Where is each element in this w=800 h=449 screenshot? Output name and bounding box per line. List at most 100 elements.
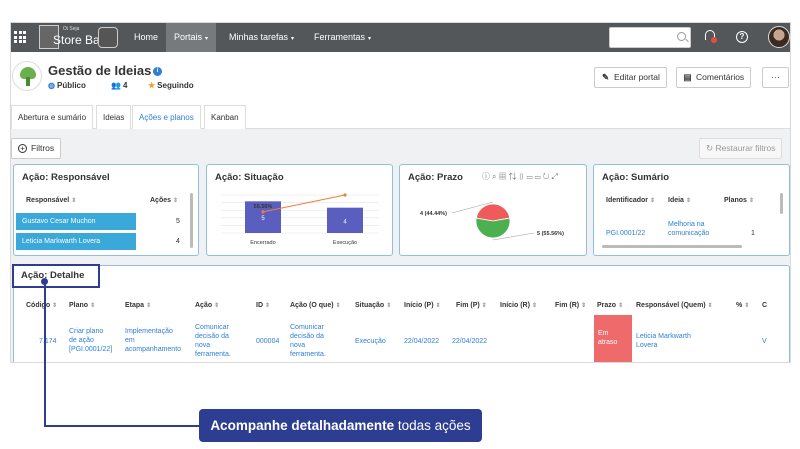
scrollbar[interactable] <box>602 245 742 248</box>
idea-id-link[interactable]: PGI.0001/22 <box>606 230 645 237</box>
card-title: Ação: Prazo <box>408 172 463 183</box>
action-what-link[interactable]: Comunicar decisão da nova ferramenta. <box>290 323 326 359</box>
search-input[interactable] <box>609 27 691 48</box>
callout-line <box>44 425 200 427</box>
sort-icon: ⇕ <box>90 303 96 309</box>
start-planned-cell: 22/04/2022 <box>404 338 440 345</box>
situacao-bar-chart: 5Encerrado4Execução55.56%100.00% <box>221 191 379 246</box>
deadline-badge: Em atraso <box>594 315 632 362</box>
edit-portal-button[interactable]: ✎ Editar portal <box>594 67 667 88</box>
prazo-pie-chart: 4 (44.44%) 5 (55.56%) <box>420 201 564 241</box>
callout-line <box>44 280 46 426</box>
card-title: Ação: Sumário <box>602 172 670 183</box>
chevron-down-icon: ▾ <box>368 36 372 42</box>
following-label[interactable]: ★ Seguindo <box>148 81 194 90</box>
info-icon[interactable]: i <box>153 67 162 76</box>
tab-ideias[interactable]: Ideias <box>96 105 132 129</box>
app-window: Oi Seja Store Base Home Portais ▾ Minhas … <box>10 22 791 363</box>
sort-icon: ⇕ <box>581 303 587 309</box>
expand-icon: ⤢ <box>551 172 560 181</box>
nav-portais[interactable]: Portais ▾ <box>166 23 217 52</box>
action-link[interactable]: Comunicar decisão da nova ferramenta. <box>195 323 231 359</box>
col-header[interactable]: Fim (R) ⇕ <box>555 302 586 309</box>
col-header-planos[interactable]: Planos ⇕ <box>724 197 754 204</box>
search-icon <box>677 32 686 41</box>
col-header-responsavel[interactable]: Responsável ⇕ <box>26 197 76 204</box>
top-nav: Oi Seja Store Base Home Portais ▾ Minhas … <box>11 23 790 52</box>
category-label: Encerrado <box>250 240 275 246</box>
pencil-icon: ✎ <box>601 72 610 82</box>
category-label: Execução <box>333 240 357 246</box>
col-header-identificador[interactable]: Identificador ⇕ <box>606 197 655 204</box>
nav-ferramentas[interactable]: Ferramentas ▾ <box>306 23 379 52</box>
idea-link[interactable]: comunicação <box>668 230 709 237</box>
col-header[interactable]: Plano ⇕ <box>69 302 95 309</box>
apps-grid-icon[interactable] <box>14 31 26 43</box>
col-header[interactable]: Fim (P) ⇕ <box>456 302 487 309</box>
tab-abertura[interactable]: Abertura e sumário <box>11 105 94 129</box>
portal-logo <box>12 61 42 91</box>
users-icon: 👥 <box>111 81 121 90</box>
card-title: Ação: Responsável <box>22 172 110 183</box>
scrollbar[interactable] <box>190 193 193 248</box>
table-icon: ▦ <box>498 172 509 181</box>
sort-icon: ⇕ <box>685 198 691 204</box>
col-header-acoes[interactable]: Ações ⇕ <box>150 197 178 204</box>
table-cell: 5 <box>176 218 180 225</box>
comment-icon: ▭ <box>534 172 543 181</box>
col-header[interactable]: Ação (O que) ⇕ <box>290 302 341 309</box>
pie-label: 5 (55.56%) <box>537 231 564 237</box>
tab-acoes-e-planos[interactable]: Ações e planos <box>132 105 201 129</box>
idea-link[interactable]: Melhoria na <box>668 221 705 228</box>
plan-link[interactable]: Criar plano de ação [PGI.0001/22] <box>69 327 112 354</box>
filters-button[interactable]: + Filtros <box>11 138 62 159</box>
col-header[interactable]: Ação ⇕ <box>195 302 219 309</box>
store-base-logo[interactable]: Oi Seja Store Base <box>39 25 119 50</box>
chart-toolbar[interactable]: ⓘ⌕▦⇅▯▭▭↻⤢ <box>482 171 560 182</box>
scrollbar[interactable] <box>780 193 783 214</box>
restore-filters-button[interactable]: ↻ Restaurar filtros <box>699 138 783 159</box>
sort-icon: ⇕ <box>52 303 58 309</box>
col-header[interactable]: C <box>762 302 767 309</box>
col-header-ideia[interactable]: Ideia ⇕ <box>668 197 691 204</box>
sort-icon: ⇕ <box>214 303 220 309</box>
situation-cell: Execução <box>355 338 386 345</box>
card-title: Ação: Detalhe <box>21 270 85 281</box>
tab-bar: Abertura e sumário Ideias Ações e planos… <box>11 105 790 129</box>
action-id-link[interactable]: 000004 <box>256 338 279 345</box>
sort-icon: ⇕ <box>744 303 750 309</box>
line-point-label: 55.56% <box>254 204 273 210</box>
col-header[interactable]: Etapa ⇕ <box>125 302 151 309</box>
sort-icon: ⇕ <box>71 198 77 204</box>
table-row[interactable]: Gustavo Cesar Muchon <box>16 213 136 230</box>
nav-minhas-tarefas[interactable]: Minhas tarefas ▾ <box>221 23 302 52</box>
stage-link[interactable]: Implementação em acompanhamento <box>125 327 181 354</box>
comment-icon: ▤ <box>683 72 692 82</box>
col-header[interactable]: Início (P) ⇕ <box>404 302 441 309</box>
sort-icon: ⇕ <box>650 198 656 204</box>
globe-icon: ◍ <box>48 81 55 90</box>
nav-home[interactable]: Home <box>126 23 166 52</box>
notification-bell-icon[interactable] <box>703 29 717 45</box>
more-options-button[interactable]: ··· <box>762 67 789 88</box>
export-icon: ▯ <box>518 172 527 181</box>
col-header[interactable]: % ⇕ <box>736 302 749 309</box>
pie-slice <box>475 203 511 222</box>
sort-icon: ⇕ <box>265 303 271 309</box>
comments-button[interactable]: ▤ Comentários <box>676 67 752 88</box>
line-point-label: 100.00% <box>334 191 356 193</box>
members-count[interactable]: 👥 4 <box>111 81 127 90</box>
col-header[interactable]: Responsável (Quem) ⇕ <box>636 302 713 309</box>
col-header[interactable]: ID ⇕ <box>256 302 270 309</box>
col-header[interactable]: Situação ⇕ <box>355 302 391 309</box>
col-header[interactable]: Código ⇕ <box>26 302 57 309</box>
col-header[interactable]: Início (R) ⇕ <box>500 302 537 309</box>
sort-icon: ⇕ <box>531 303 537 309</box>
table-row[interactable]: Leticia Markwarth Lovera <box>16 233 136 250</box>
tab-kanban[interactable]: Kanban <box>204 105 246 129</box>
col-header[interactable]: Prazo ⇕ <box>597 302 623 309</box>
user-avatar[interactable] <box>768 26 790 48</box>
card-detalhe: Ação: Detalhe Código ⇕ Plano ⇕ Etapa ⇕ Ação ⇕ ID… <box>12 264 790 362</box>
help-icon[interactable]: ? <box>736 31 748 43</box>
responsible-link[interactable]: Leticia Markwarth Lovera <box>636 332 691 350</box>
